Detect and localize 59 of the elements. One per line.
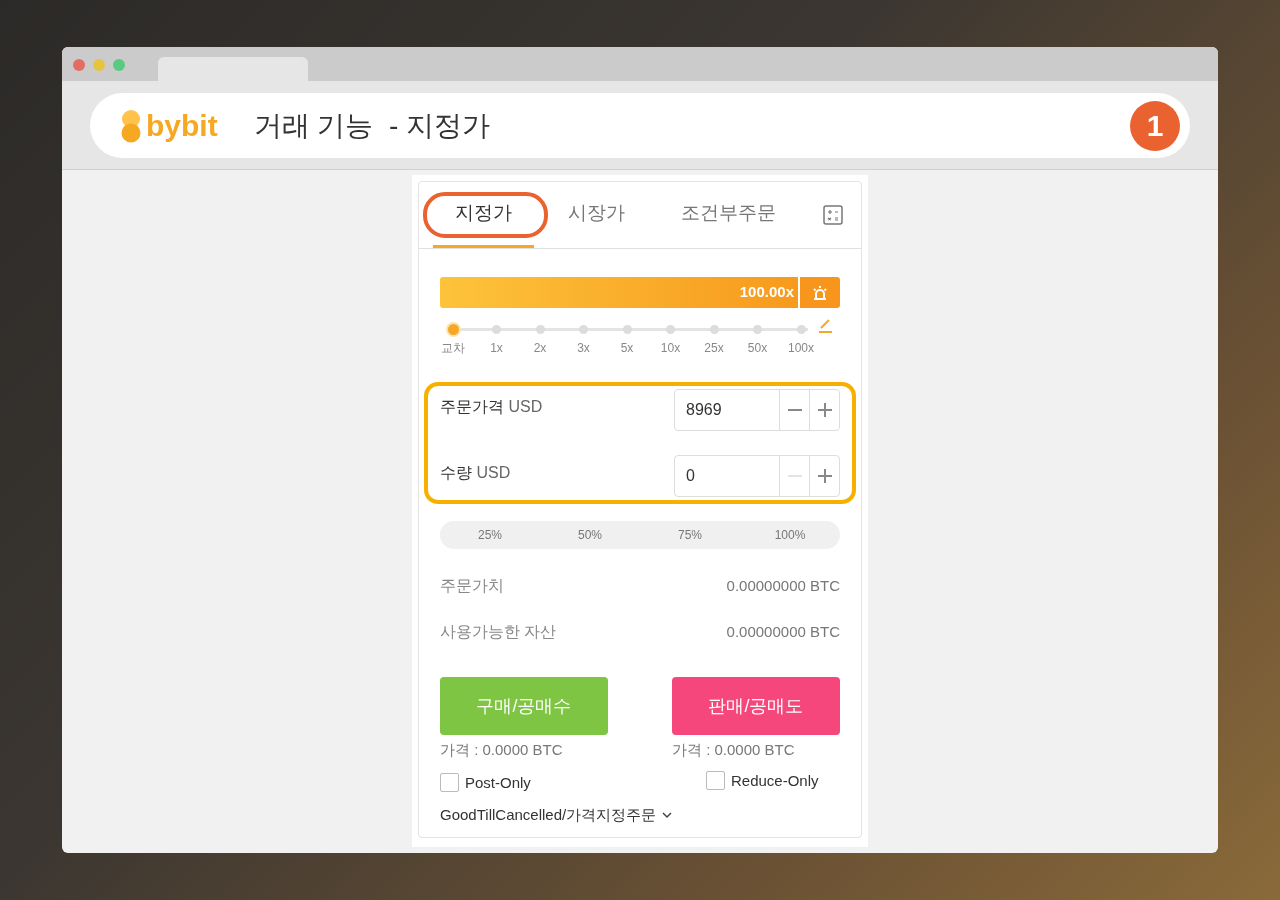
- stop-label: 5x: [620, 340, 634, 357]
- tab[interactable]: 조건부주문: [659, 182, 798, 248]
- chevron-down-icon[interactable]: [662, 811, 673, 820]
- slider-stop[interactable]: [796, 325, 806, 334]
- slider-stop[interactable]: [492, 325, 501, 334]
- slider-stop[interactable]: [579, 325, 588, 334]
- stop-label: 3x: [577, 340, 590, 357]
- slider-stop[interactable]: [753, 325, 762, 334]
- sell-button[interactable]: 판매/공매도: [672, 677, 840, 735]
- leverage-value: 100.00x: [739, 282, 794, 303]
- percent-button[interactable]: 75%: [640, 521, 740, 549]
- plus-icon[interactable]: [817, 403, 832, 417]
- slider-stop[interactable]: [666, 325, 675, 334]
- stop-label: 2x: [533, 340, 547, 357]
- summary-label: 사용가능한 자산: [440, 622, 557, 642]
- number-field[interactable]: 0: [674, 455, 840, 497]
- field-label: 주문가격 USD: [440, 397, 543, 417]
- calculator-icon[interactable]: [823, 205, 843, 225]
- price-text: 가격 : 0.0000 BTC: [440, 740, 564, 760]
- close-icon[interactable]: [73, 59, 85, 71]
- minus-icon[interactable]: [787, 409, 802, 411]
- logo-text: bybit: [146, 110, 218, 141]
- stop-label: 10x: [660, 340, 681, 357]
- summary-label: 주문가치: [440, 576, 504, 596]
- slider-stop[interactable]: [535, 325, 545, 334]
- slider-stop[interactable]: [622, 325, 632, 334]
- edit-icon[interactable]: [816, 316, 834, 334]
- minimize-icon[interactable]: [93, 59, 105, 71]
- field-value: 8969: [685, 400, 723, 420]
- slider-stop[interactable]: [709, 325, 719, 334]
- stop-label: 50x: [747, 340, 768, 357]
- summary-value: 0.00000000 BTC: [726, 575, 840, 596]
- checkbox-label: Reduce-Only: [731, 770, 819, 791]
- tab[interactable]: 시장가: [546, 182, 647, 248]
- maximize-icon[interactable]: [113, 59, 125, 71]
- field-label: 수량 USD: [440, 463, 511, 483]
- stop-label: 100x: [788, 340, 814, 357]
- summary-value: 0.00000000 BTC: [726, 621, 840, 642]
- number-field[interactable]: 8969: [674, 389, 840, 431]
- checkbox[interactable]: [706, 771, 725, 791]
- alarm-icon: [812, 284, 828, 301]
- percent-button[interactable]: 100%: [740, 521, 840, 549]
- checkbox-label: Post-Only: [465, 772, 531, 793]
- browser-tab[interactable]: [158, 57, 308, 81]
- page-title: 거래 기능 - 지정가: [253, 108, 491, 143]
- stop-label: 25x: [704, 340, 724, 357]
- field-value: 0: [685, 466, 696, 486]
- stop-label: 1x: [490, 340, 503, 357]
- percent-button[interactable]: 50%: [540, 521, 640, 549]
- time-in-force-dropdown[interactable]: GoodTillCancelled/가격지정주문: [440, 804, 657, 827]
- leverage-button[interactable]: [800, 277, 840, 308]
- percent-button[interactable]: 25%: [440, 521, 540, 549]
- slider-stop[interactable]: [445, 322, 461, 337]
- tab[interactable]: 지정가: [433, 182, 534, 248]
- step-badge: 1: [1130, 100, 1180, 151]
- price-text: 가격 : 0.0000 BTC: [672, 740, 796, 760]
- stop-label: 교차: [441, 340, 465, 357]
- checkbox[interactable]: [440, 773, 459, 793]
- plus-icon[interactable]: [817, 469, 832, 483]
